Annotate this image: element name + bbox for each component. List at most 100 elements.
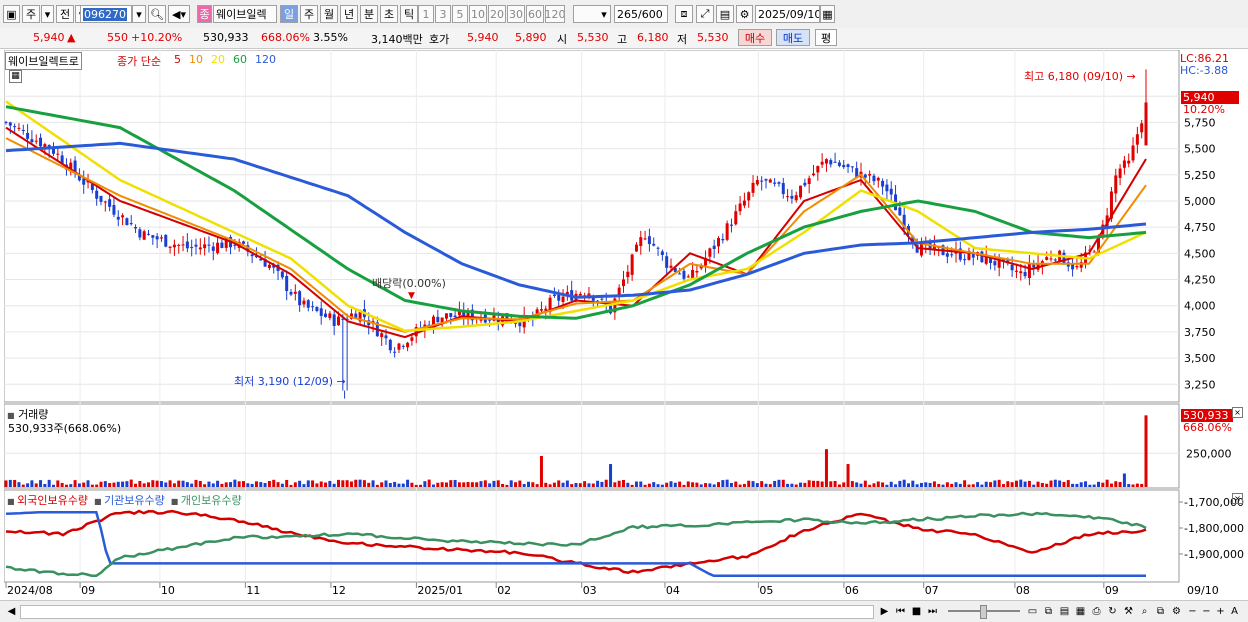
data-count-input[interactable]: 265/600: [614, 5, 668, 23]
volume-bar: [488, 483, 492, 487]
table-view-icon[interactable]: ▦: [1074, 604, 1087, 618]
volume-bar: [924, 482, 928, 487]
minute-tab-6[interactable]: 60: [526, 5, 544, 23]
candle-body: [708, 248, 712, 257]
candle-body: [242, 241, 245, 244]
candle-body: [1092, 251, 1096, 253]
volume-bar: [496, 480, 500, 487]
period-tab-0[interactable]: 일: [280, 5, 298, 23]
period-compare-select[interactable]: 전: [56, 5, 74, 23]
stock-code-input[interactable]: 096270: [80, 5, 132, 23]
volume-bar: [470, 482, 474, 487]
horizontal-scrollbar[interactable]: [20, 605, 874, 619]
speaker-icon[interactable]: ◀▾: [168, 5, 190, 23]
period-tab-2[interactable]: 월: [320, 5, 338, 23]
stock-code-dropdown-icon[interactable]: ▾: [132, 5, 146, 23]
zoom-in-icon[interactable]: +: [1214, 604, 1227, 618]
layout-icon[interactable]: ▭: [1026, 604, 1039, 618]
window-icon[interactable]: ⧉: [1154, 604, 1167, 618]
gear-icon[interactable]: ⚙: [1170, 604, 1183, 618]
volume-bar: [328, 480, 332, 487]
volume-bar: [21, 484, 25, 487]
volume-bar: [203, 484, 207, 487]
price-change-pct: +10.20%: [131, 31, 183, 44]
minute-tab-4[interactable]: 20: [488, 5, 506, 23]
volume-bar: [177, 480, 181, 487]
minus-icon[interactable]: −: [1200, 604, 1213, 618]
search-icon[interactable]: ⌕: [1138, 604, 1151, 618]
candle-body: [656, 247, 660, 249]
zoom-slider-handle[interactable]: [980, 605, 987, 619]
volume-bar: [1140, 483, 1144, 487]
chart-icon[interactable]: ▤: [1058, 604, 1071, 618]
print-icon[interactable]: ⎙: [1090, 604, 1103, 618]
font-size-icon[interactable]: A: [1228, 604, 1241, 618]
scroll-left-icon[interactable]: ◀: [5, 604, 18, 618]
volume-bar: [704, 483, 708, 487]
sell-button[interactable]: 매도: [776, 29, 810, 46]
minute-tab-3[interactable]: 10: [469, 5, 487, 23]
save-icon[interactable]: ▤: [716, 5, 734, 23]
date-input[interactable]: 2025/09/10: [755, 5, 820, 23]
minute-tab-5[interactable]: 30: [507, 5, 525, 23]
tools-icon[interactable]: ⚒: [1122, 604, 1135, 618]
volume-bar: [306, 480, 310, 487]
volume-bar: [1114, 481, 1118, 487]
candle-body: [881, 180, 885, 187]
volume-bar: [824, 449, 828, 487]
volume-bar: [393, 481, 397, 487]
volume-bar: [686, 481, 690, 487]
stock-name-display[interactable]: 웨이브일렉: [213, 5, 277, 23]
open-label: 시: [557, 33, 568, 46]
period-tab-5[interactable]: 초: [380, 5, 398, 23]
candle-body: [647, 236, 651, 245]
price-tick-label: 3,250: [1184, 378, 1216, 391]
period-tab-3[interactable]: 년: [340, 5, 358, 23]
candle-body: [643, 238, 647, 240]
window-menu-icon[interactable]: ▣: [3, 5, 20, 23]
period-tab-1[interactable]: 주: [300, 5, 318, 23]
buy-button[interactable]: 매수: [738, 29, 772, 46]
candle-body: [876, 177, 880, 181]
x-tick-label: 09/10: [1187, 584, 1219, 597]
close-icon[interactable]: ×: [1232, 407, 1243, 418]
close-icon[interactable]: ×: [1232, 493, 1243, 504]
refresh-icon[interactable]: ↻: [1106, 604, 1119, 618]
gear-icon[interactable]: ⚙: [736, 5, 753, 23]
candle-body: [980, 251, 984, 263]
copy-icon[interactable]: ⧉: [1042, 604, 1055, 618]
stop-icon[interactable]: ■: [910, 604, 923, 618]
minute-tab-1[interactable]: 3: [435, 5, 451, 23]
minute-custom-select[interactable]: ▾: [573, 5, 611, 23]
volume-bar: [1049, 480, 1053, 487]
price-panel-title-box[interactable]: 웨이브일렉트로: [5, 52, 82, 70]
eval-button[interactable]: 평: [815, 29, 837, 46]
volume-bar: [634, 481, 638, 487]
table-icon[interactable]: ▦: [9, 70, 22, 83]
period-primary-select[interactable]: 주: [22, 5, 40, 23]
period-primary-dropdown-icon[interactable]: ▾: [41, 5, 54, 23]
volume-value-text: 530,933주(668.06%): [8, 422, 122, 435]
zoom-out-icon[interactable]: −: [1186, 604, 1199, 618]
period-tab-6[interactable]: 틱: [400, 5, 418, 23]
volume-bar: [604, 479, 608, 487]
candle-body: [803, 182, 807, 186]
candle-body: [103, 201, 107, 203]
minute-tab-2[interactable]: 5: [452, 5, 468, 23]
volume-bar: [755, 483, 759, 487]
search-icon[interactable]: 🔍︎: [148, 5, 166, 23]
scroll-right-icon[interactable]: ▶: [878, 604, 891, 618]
candle-body: [846, 164, 850, 168]
chart-tool-icon[interactable]: ⤢: [696, 5, 714, 23]
volume-bar: [790, 483, 794, 487]
volume-bar: [665, 482, 669, 487]
rewind-icon[interactable]: ⏮: [894, 604, 907, 618]
candle-body: [293, 291, 297, 294]
candle-body: [885, 184, 889, 192]
grid-tool-icon[interactable]: ⧈: [675, 5, 693, 23]
minute-tab-0[interactable]: 1: [418, 5, 434, 23]
minute-tab-7[interactable]: 120: [545, 5, 565, 23]
period-tab-4[interactable]: 분: [360, 5, 378, 23]
fast-forward-icon[interactable]: ⏭: [926, 604, 939, 618]
calendar-icon[interactable]: ▦: [820, 5, 835, 23]
